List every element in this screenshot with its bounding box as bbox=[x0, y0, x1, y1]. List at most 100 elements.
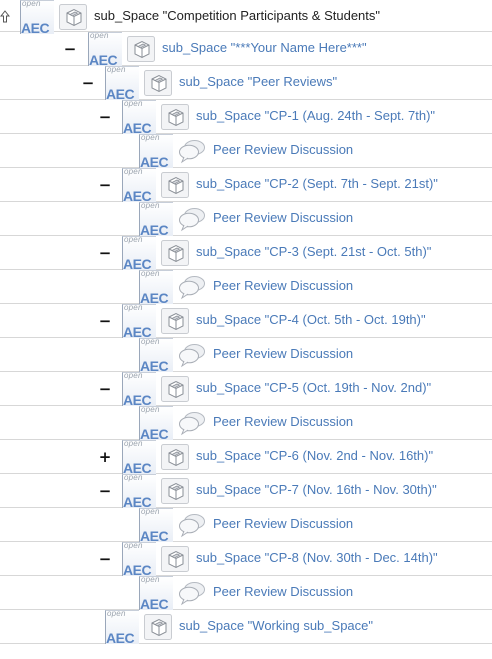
collapse-toggle[interactable]: − bbox=[63, 42, 77, 57]
badge-aec-text: AEC bbox=[106, 86, 135, 100]
tree-row-working: open AEC sub_Space "Working sub_Space" bbox=[0, 610, 492, 644]
speech-bubbles-icon bbox=[178, 342, 206, 368]
space-link-cp[interactable]: sub_Space "CP-1 (Aug. 24th - Sept. 7th)" bbox=[196, 108, 435, 124]
tree-row-discussion: open AEC Peer Review Discussion bbox=[0, 576, 492, 610]
tree-view: open AEC sub_Space "Competition Participan… bbox=[0, 0, 492, 659]
badge-aec-text: AEC bbox=[123, 120, 152, 134]
badge-open-text: open bbox=[141, 134, 160, 142]
space-box-icon bbox=[127, 36, 155, 62]
aec-open-badge: open AEC bbox=[139, 576, 173, 610]
speech-bubbles-icon bbox=[178, 410, 206, 436]
space-link-cp[interactable]: sub_Space "CP-6 (Nov. 2nd - Nov. 16th)" bbox=[196, 448, 433, 464]
badge-aec-text: AEC bbox=[123, 494, 152, 508]
badge-aec-text: AEC bbox=[123, 324, 152, 338]
space-box-icon bbox=[59, 4, 87, 30]
discussion-link[interactable]: Peer Review Discussion bbox=[213, 414, 353, 430]
badge-open-text: open bbox=[124, 372, 143, 380]
tree-row-cp: − open AEC sub_Space "CP-5 (Oct. 19th - Nov… bbox=[0, 372, 492, 406]
badge-aec-text: AEC bbox=[140, 358, 169, 372]
badge-aec-text: AEC bbox=[140, 596, 169, 610]
collapse-toggle[interactable]: − bbox=[98, 246, 112, 261]
collapse-toggle[interactable]: − bbox=[98, 314, 112, 329]
collapse-toggle[interactable]: − bbox=[98, 178, 112, 193]
tree-row-cp: − open AEC sub_Space "CP-3 (Sept. 21st - Oc… bbox=[0, 236, 492, 270]
aec-open-badge: open AEC bbox=[122, 542, 156, 576]
speech-bubbles-icon bbox=[178, 206, 206, 232]
tree-row-cp: − open AEC sub_Space "CP-1 (Aug. 24th - Sep… bbox=[0, 100, 492, 134]
aec-open-badge: open AEC bbox=[122, 100, 156, 134]
badge-open-text: open bbox=[141, 270, 160, 278]
discussion-link[interactable]: Peer Review Discussion bbox=[213, 516, 353, 532]
tree-row-discussion: open AEC Peer Review Discussion bbox=[0, 202, 492, 236]
aec-open-badge: open AEC bbox=[122, 304, 156, 338]
tree-row-cp: − open AEC sub_Space "CP-7 (Nov. 16th - Nov… bbox=[0, 474, 492, 508]
tree-row-root: open AEC sub_Space "Competition Participan… bbox=[0, 0, 492, 34]
collapse-toggle[interactable]: − bbox=[98, 382, 112, 397]
space-link-peer-reviews[interactable]: sub_Space "Peer Reviews" bbox=[179, 74, 337, 90]
tree-row-cp: + open AEC sub_Space "CP-6 (Nov. 2nd - Nov.… bbox=[0, 440, 492, 474]
tree-row-discussion: open AEC Peer Review Discussion bbox=[0, 406, 492, 440]
aec-open-badge: open AEC bbox=[139, 202, 173, 236]
aec-open-badge: open AEC bbox=[139, 134, 173, 168]
badge-aec-text: AEC bbox=[123, 562, 152, 576]
badge-open-text: open bbox=[124, 168, 143, 176]
badge-open-text: open bbox=[124, 542, 143, 550]
badge-aec-text: AEC bbox=[140, 222, 169, 236]
aec-open-badge: open AEC bbox=[122, 236, 156, 270]
aec-open-badge: open AEC bbox=[20, 0, 54, 34]
space-link-working[interactable]: sub_Space "Working sub_Space" bbox=[179, 618, 373, 634]
space-link-cp[interactable]: sub_Space "CP-7 (Nov. 16th - Nov. 30th)" bbox=[196, 482, 437, 498]
tree-row-discussion: open AEC Peer Review Discussion bbox=[0, 508, 492, 542]
tree-row-peer-reviews: − open AEC sub_Space "Peer Reviews" bbox=[0, 66, 492, 100]
space-link-cp[interactable]: sub_Space "CP-3 (Sept. 21st - Oct. 5th)" bbox=[196, 244, 431, 260]
badge-open-text: open bbox=[141, 508, 160, 516]
tree-row-discussion: open AEC Peer Review Discussion bbox=[0, 270, 492, 304]
badge-aec-text: AEC bbox=[140, 426, 169, 440]
badge-open-text: open bbox=[124, 100, 143, 108]
badge-aec-text: AEC bbox=[123, 188, 152, 202]
discussion-link[interactable]: Peer Review Discussion bbox=[213, 210, 353, 226]
collapse-toggle[interactable]: − bbox=[98, 110, 112, 125]
tree-row-discussion: open AEC Peer Review Discussion bbox=[0, 134, 492, 168]
space-box-icon bbox=[161, 444, 189, 470]
badge-aec-text: AEC bbox=[123, 460, 152, 474]
space-box-icon bbox=[161, 308, 189, 334]
tree-row-cp: − open AEC sub_Space "CP-4 (Oct. 5th - Oct.… bbox=[0, 304, 492, 338]
collapse-toggle[interactable]: − bbox=[98, 552, 112, 567]
expand-toggle[interactable]: + bbox=[98, 450, 112, 465]
discussion-link[interactable]: Peer Review Discussion bbox=[213, 584, 353, 600]
badge-open-text: open bbox=[141, 406, 160, 414]
badge-open-text: open bbox=[90, 32, 109, 40]
badge-open-text: open bbox=[124, 474, 143, 482]
aec-open-badge: open AEC bbox=[105, 610, 139, 644]
speech-bubbles-icon bbox=[178, 580, 206, 606]
space-link-root[interactable]: sub_Space "Competition Participants & St… bbox=[94, 8, 380, 24]
arrow-up-icon[interactable] bbox=[0, 10, 11, 24]
tree-row-cp: − open AEC sub_Space "CP-8 (Nov. 30th - Dec… bbox=[0, 542, 492, 576]
aec-open-badge: open AEC bbox=[88, 32, 122, 66]
badge-open-text: open bbox=[22, 0, 41, 8]
badge-aec-text: AEC bbox=[106, 630, 135, 644]
badge-open-text: open bbox=[141, 338, 160, 346]
aec-open-badge: open AEC bbox=[139, 508, 173, 542]
space-link-cp[interactable]: sub_Space "CP-2 (Sept. 7th - Sept. 21st)… bbox=[196, 176, 438, 192]
aec-open-badge: open AEC bbox=[122, 372, 156, 406]
badge-open-text: open bbox=[107, 66, 126, 74]
space-link-cp[interactable]: sub_Space "CP-8 (Nov. 30th - Dec. 14th)" bbox=[196, 550, 438, 566]
tree-row-your-name: − open AEC sub_Space "***Your Name Here***" bbox=[0, 32, 492, 66]
badge-open-text: open bbox=[124, 304, 143, 312]
space-link-your-name[interactable]: sub_Space "***Your Name Here***" bbox=[162, 40, 367, 56]
discussion-link[interactable]: Peer Review Discussion bbox=[213, 278, 353, 294]
space-box-icon bbox=[161, 240, 189, 266]
space-link-cp[interactable]: sub_Space "CP-5 (Oct. 19th - Nov. 2nd)" bbox=[196, 380, 431, 396]
space-link-cp[interactable]: sub_Space "CP-4 (Oct. 5th - Oct. 19th)" bbox=[196, 312, 426, 328]
discussion-link[interactable]: Peer Review Discussion bbox=[213, 346, 353, 362]
space-box-icon bbox=[161, 104, 189, 130]
discussion-link[interactable]: Peer Review Discussion bbox=[213, 142, 353, 158]
badge-aec-text: AEC bbox=[140, 290, 169, 304]
collapse-toggle[interactable]: − bbox=[98, 484, 112, 499]
aec-open-badge: open AEC bbox=[105, 66, 139, 100]
badge-open-text: open bbox=[141, 202, 160, 210]
collapse-toggle[interactable]: − bbox=[81, 76, 95, 91]
badge-aec-text: AEC bbox=[140, 528, 169, 542]
